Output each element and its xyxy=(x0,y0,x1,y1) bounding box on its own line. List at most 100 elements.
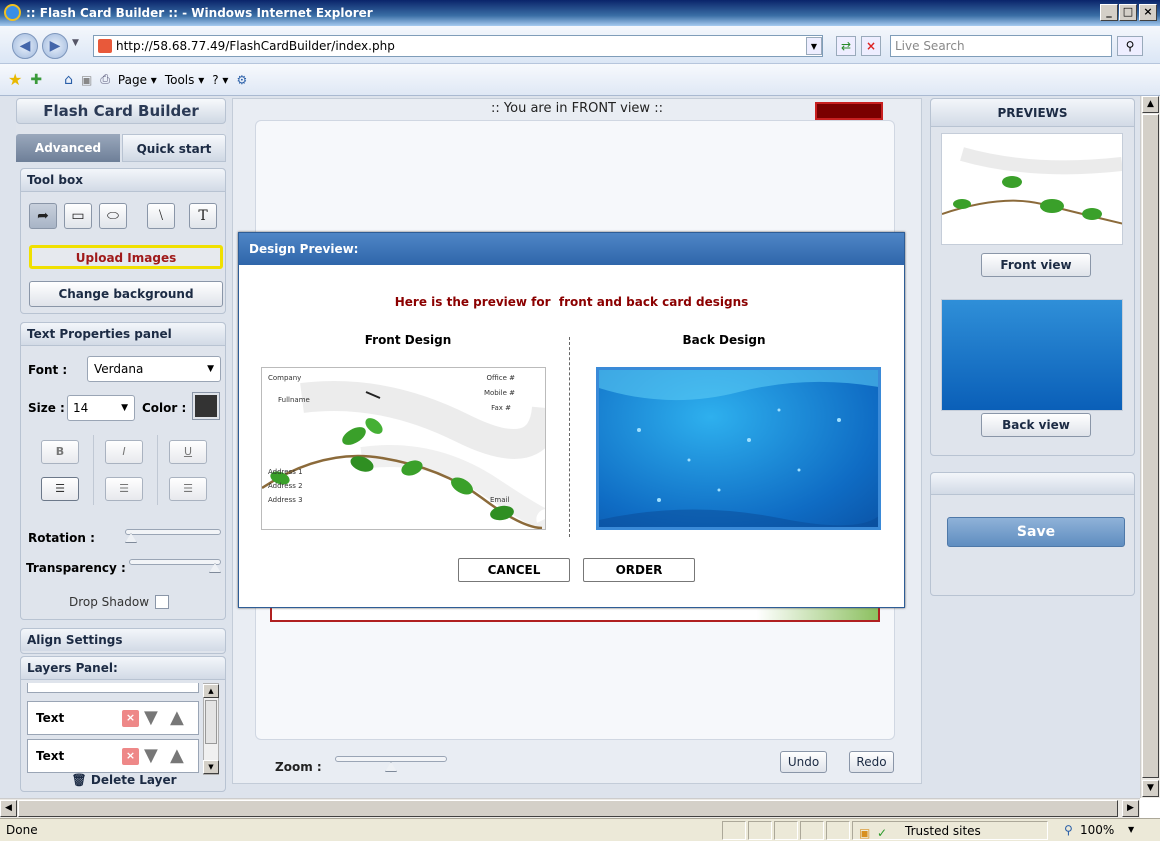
delete-layer-button[interactable]: 🗑 Delete Layer xyxy=(21,773,227,787)
home-icon[interactable]: ⌂ xyxy=(64,72,73,88)
research-icon[interactable]: ⚙ xyxy=(236,73,247,87)
move-down-icon[interactable]: ▼ xyxy=(144,740,158,772)
move-down-icon[interactable]: ▼ xyxy=(144,702,158,734)
scroll-up-icon[interactable]: ▲ xyxy=(1142,96,1159,113)
address-bar[interactable]: http://58.68.77.49/FlashCardBuilder/inde… xyxy=(93,35,823,57)
back-card-preview xyxy=(596,367,881,530)
align-settings-panel[interactable]: Align Settings xyxy=(20,628,226,654)
design-preview-dialog: Design Preview: Here is the preview for … xyxy=(238,232,905,608)
help-menu[interactable]: ? ▾ xyxy=(212,73,228,87)
search-input[interactable]: Live Search xyxy=(890,35,1112,57)
align-right-icon[interactable]: ☰ xyxy=(169,477,207,501)
page-vertical-scrollbar[interactable]: ▲ ▼ xyxy=(1140,96,1160,798)
save-button[interactable]: Save xyxy=(947,517,1125,547)
zoom-label: Zoom : xyxy=(275,760,322,774)
select-tool-icon[interactable]: ➦ xyxy=(29,203,57,229)
search-icon[interactable]: ⚲ xyxy=(1117,36,1143,56)
back-view-button[interactable]: Back view xyxy=(981,413,1091,437)
delete-layer-label: Delete Layer xyxy=(90,773,177,787)
scroll-right-icon[interactable]: ▶ xyxy=(1122,800,1139,817)
add-favorites-icon[interactable]: ✚ xyxy=(30,72,42,88)
address-dropdown-icon[interactable]: ▼ xyxy=(806,37,822,55)
delete-layer-icon[interactable]: × xyxy=(122,710,139,727)
size-value: 14 xyxy=(73,401,89,415)
text-tool-icon[interactable]: T xyxy=(189,203,217,229)
zoom-level[interactable]: 100% xyxy=(1080,819,1114,841)
color-swatch[interactable] xyxy=(192,392,220,420)
favorites-star-icon[interactable]: ★ xyxy=(8,70,22,89)
layer-item[interactable]: Text × ▼ ▲ xyxy=(27,701,199,735)
rotation-label: Rotation : xyxy=(28,531,95,545)
stop-icon[interactable]: × xyxy=(861,36,881,56)
tools-menu[interactable]: Tools ▾ xyxy=(165,73,204,87)
previews-panel: PREVIEWS Front view Back view xyxy=(930,98,1135,456)
print-icon[interactable]: ⎙ xyxy=(100,72,110,87)
feeds-icon[interactable]: ▣ xyxy=(81,73,92,87)
align-center-icon[interactable]: ☰ xyxy=(105,477,143,501)
align-left-icon[interactable]: ☰ xyxy=(41,477,79,501)
status-cell xyxy=(722,821,746,840)
maximize-button[interactable]: □ xyxy=(1119,4,1137,21)
forward-arrow-icon[interactable]: ▶ xyxy=(42,33,68,59)
layer-item-partial[interactable] xyxy=(27,683,199,693)
font-select[interactable]: Verdana ▼ xyxy=(87,356,221,382)
text-properties-title: Text Properties panel xyxy=(21,323,225,346)
underline-button[interactable]: U xyxy=(169,440,207,464)
rectangle-tool-icon[interactable]: ▭ xyxy=(64,203,92,229)
change-background-button[interactable]: Change background xyxy=(29,281,223,307)
card-fullname: Fullname xyxy=(278,396,310,404)
zone-cell[interactable]: ▣ ✓ Trusted sites xyxy=(852,821,1048,840)
scroll-thumb[interactable] xyxy=(205,700,217,744)
move-up-icon[interactable]: ▲ xyxy=(170,740,184,772)
zoom-dropdown-icon[interactable]: ▼ xyxy=(1128,819,1134,841)
page-menu[interactable]: Page ▾ xyxy=(118,73,157,87)
back-preview-thumbnail[interactable] xyxy=(941,299,1123,411)
zone-text: Trusted sites xyxy=(905,824,981,838)
redo-button[interactable]: Redo xyxy=(849,751,894,773)
refresh-icon[interactable]: ⇄ xyxy=(836,36,856,56)
line-tool-icon[interactable]: ⧵ xyxy=(147,203,175,229)
bold-button[interactable]: B xyxy=(41,440,79,464)
scroll-down-icon[interactable]: ▼ xyxy=(1142,780,1159,797)
scroll-up-icon[interactable]: ▲ xyxy=(203,684,219,698)
layer-label: Text xyxy=(36,749,65,763)
status-cell xyxy=(826,821,850,840)
page-icon xyxy=(98,39,112,53)
upload-images-button[interactable]: Upload Images xyxy=(29,245,223,269)
drop-shadow-checkbox[interactable] xyxy=(155,595,169,609)
trash-icon: 🗑 xyxy=(71,773,87,787)
order-button[interactable]: ORDER xyxy=(583,558,695,582)
window-title: :: Flash Card Builder :: - Windows Inter… xyxy=(26,6,373,20)
scroll-left-icon[interactable]: ◀ xyxy=(0,800,17,817)
close-button[interactable]: × xyxy=(1139,4,1157,21)
ellipse-tool-icon[interactable]: ⬭ xyxy=(99,203,127,229)
tab-advanced[interactable]: Advanced xyxy=(16,134,120,162)
size-select[interactable]: 14 ▼ xyxy=(67,395,135,421)
back-card-art xyxy=(599,370,878,527)
scroll-thumb[interactable] xyxy=(1142,114,1159,778)
cancel-button[interactable]: CANCEL xyxy=(458,558,570,582)
transparency-slider[interactable] xyxy=(129,559,221,565)
scroll-thumb[interactable] xyxy=(18,800,1118,817)
move-up-icon[interactable]: ▲ xyxy=(170,702,184,734)
indicator-box xyxy=(815,102,883,120)
italic-button[interactable]: I xyxy=(105,440,143,464)
chevron-down-icon: ▼ xyxy=(121,403,128,413)
back-arrow-icon[interactable]: ◀ xyxy=(12,33,38,59)
front-preview-thumbnail[interactable] xyxy=(941,133,1123,245)
front-design-label: Front Design xyxy=(364,333,452,347)
rotation-slider[interactable] xyxy=(125,529,221,535)
font-value: Verdana xyxy=(94,362,144,376)
history-dropdown-icon[interactable]: ▼ xyxy=(72,38,79,48)
zoom-slider[interactable] xyxy=(335,756,447,762)
undo-button[interactable]: Undo xyxy=(780,751,827,773)
layers-scrollbar[interactable]: ▲ ▼ xyxy=(203,683,219,775)
divider xyxy=(569,337,570,537)
tab-quick-start[interactable]: Quick start xyxy=(122,134,226,162)
minimize-button[interactable]: _ xyxy=(1100,4,1118,21)
page-horizontal-scrollbar[interactable]: ◀ ▶ xyxy=(0,798,1140,818)
layer-item[interactable]: Text × ▼ ▲ xyxy=(27,739,199,773)
delete-layer-icon[interactable]: × xyxy=(122,748,139,765)
front-view-button[interactable]: Front view xyxy=(981,253,1091,277)
scroll-down-icon[interactable]: ▼ xyxy=(203,760,219,774)
